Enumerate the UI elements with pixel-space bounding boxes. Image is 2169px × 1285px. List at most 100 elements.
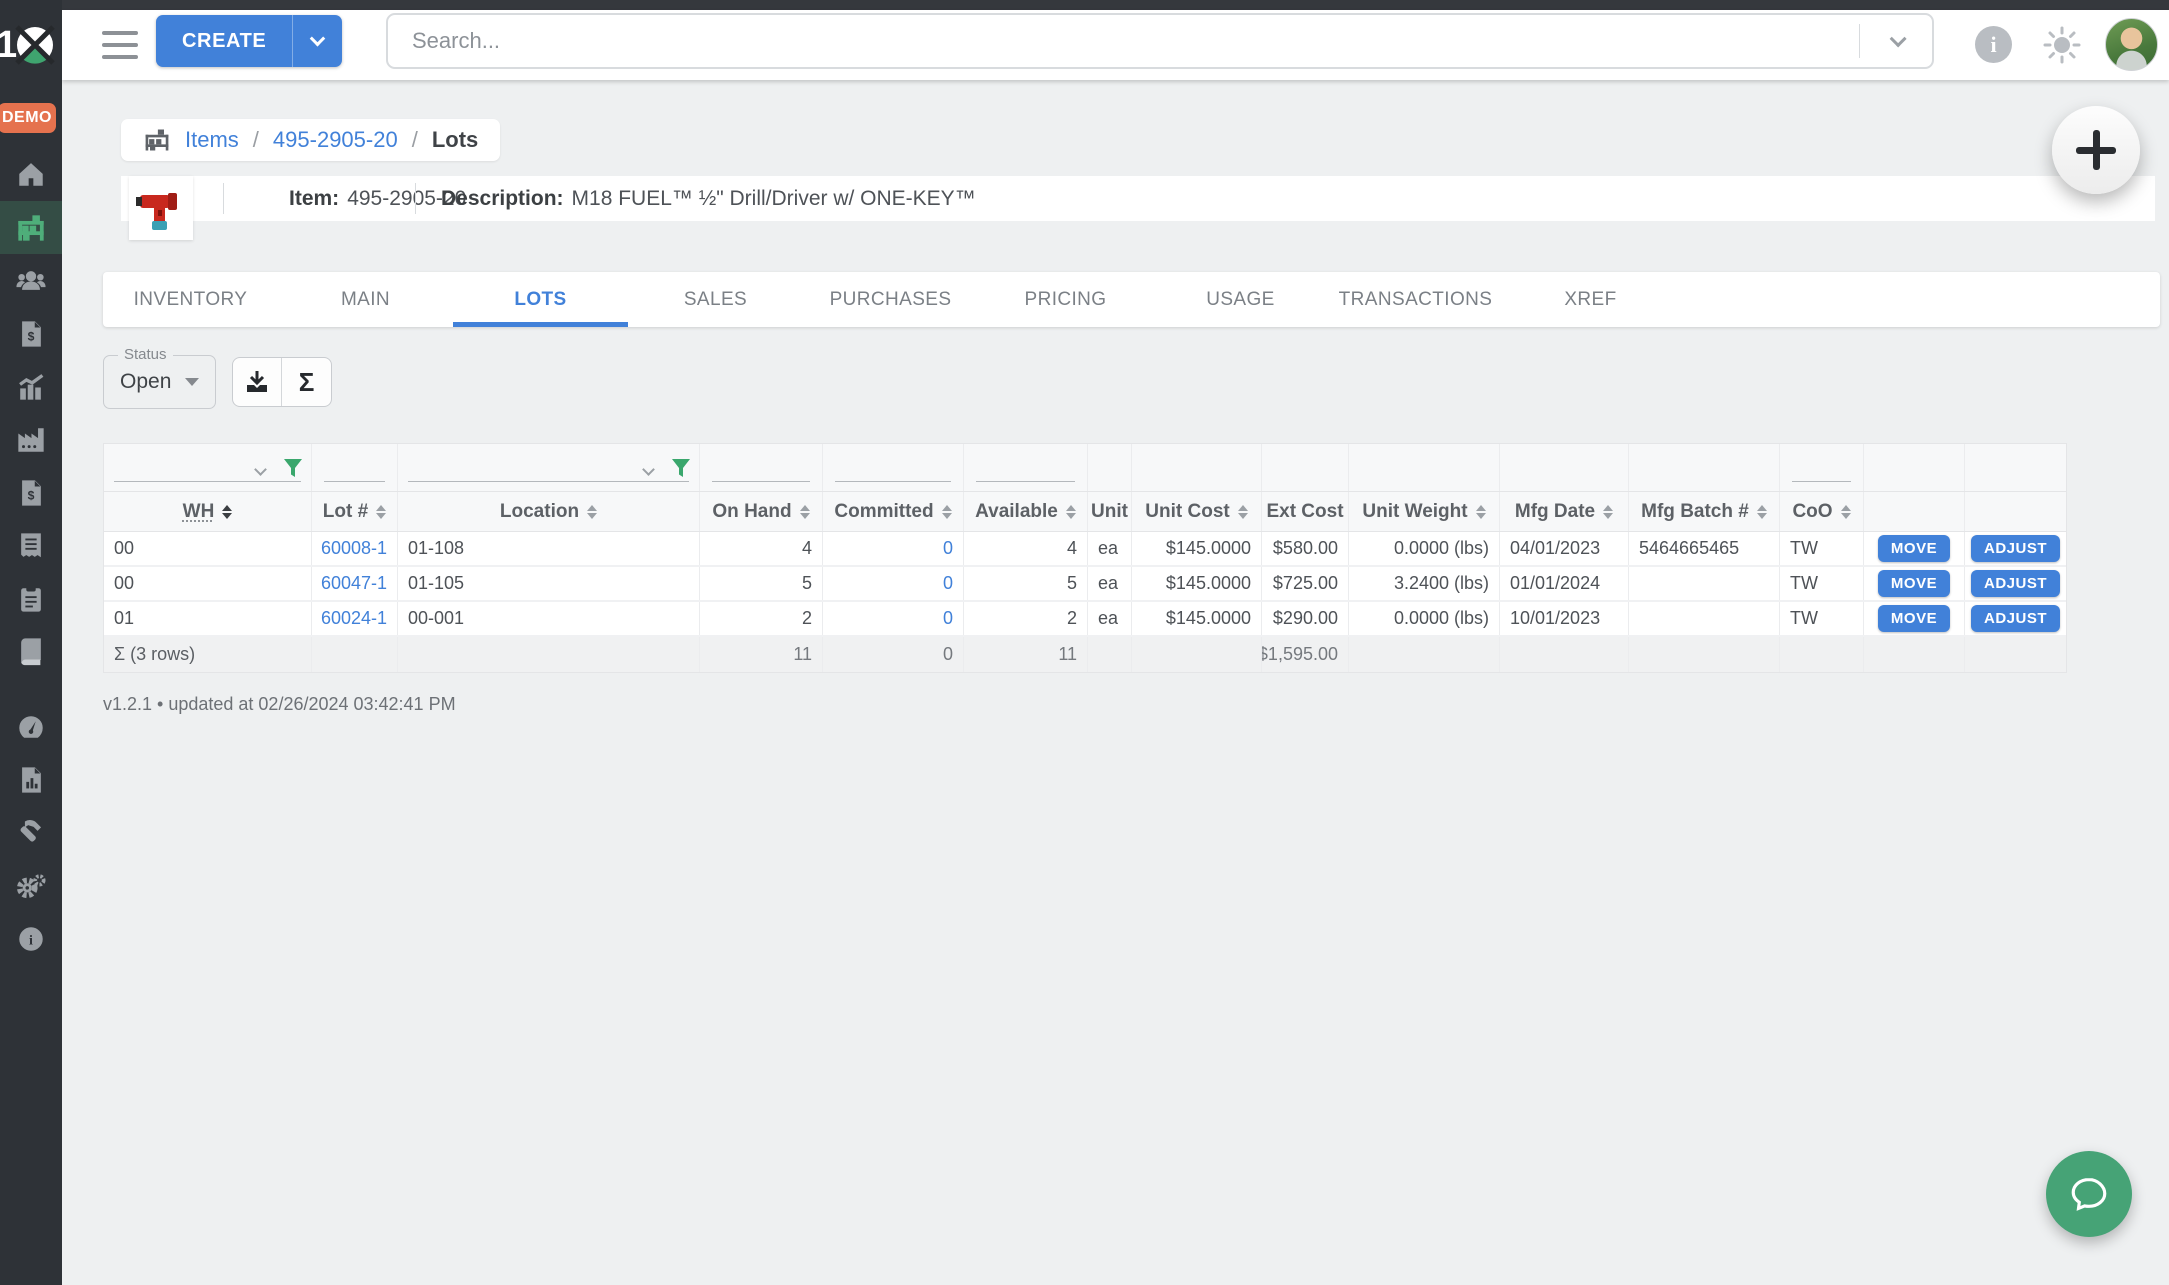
- sidebar-item-customers[interactable]: [0, 254, 62, 307]
- sort-icon[interactable]: [1238, 505, 1248, 519]
- sort-icon[interactable]: [1603, 505, 1613, 519]
- add-fab-button[interactable]: [2052, 106, 2140, 194]
- cell-unit-cost: $145.0000: [1132, 602, 1262, 635]
- tab-pricing[interactable]: PRICING: [978, 272, 1153, 327]
- sort-icon[interactable]: [376, 505, 386, 519]
- col-header-lot[interactable]: Lot #: [312, 492, 398, 531]
- col-header-location[interactable]: Location: [398, 492, 700, 531]
- move-button[interactable]: MOVE: [1878, 605, 1950, 632]
- sidebar-item-receipts[interactable]: [0, 519, 62, 572]
- filter-lot[interactable]: [312, 444, 398, 491]
- info-icon[interactable]: i: [1975, 26, 2012, 63]
- create-button-label[interactable]: CREATE: [156, 15, 292, 67]
- sidebar-item-analytics[interactable]: [0, 360, 62, 413]
- sidebar-item-tools[interactable]: [0, 806, 62, 859]
- sort-icon[interactable]: [942, 505, 952, 519]
- create-button[interactable]: CREATE: [156, 15, 342, 67]
- filter-committed[interactable]: [823, 444, 964, 491]
- summary-button[interactable]: Σ: [282, 358, 331, 406]
- breadcrumb-items-link[interactable]: Items: [185, 127, 239, 153]
- col-header-mfg-batch[interactable]: Mfg Batch #: [1629, 492, 1780, 531]
- sort-icon[interactable]: [1757, 505, 1767, 519]
- tab-main[interactable]: MAIN: [278, 272, 453, 327]
- tab-usage[interactable]: USAGE: [1153, 272, 1328, 327]
- adjust-button[interactable]: ADJUST: [1971, 535, 2060, 562]
- cell-committed-link[interactable]: 0: [823, 532, 964, 565]
- create-dropdown-toggle[interactable]: [292, 15, 342, 67]
- sidebar-item-home[interactable]: [0, 148, 62, 201]
- cell-lot-link[interactable]: 60047-1: [312, 567, 398, 600]
- table-body: 00 60008-1 01-108 4 0 4 ea $145.0000 $58…: [104, 532, 2066, 637]
- tab-sales[interactable]: SALES: [628, 272, 803, 327]
- sort-icon[interactable]: [1841, 505, 1851, 519]
- sort-icon[interactable]: [1066, 505, 1076, 519]
- analytics-icon: [16, 372, 46, 402]
- export-button[interactable]: [233, 358, 282, 406]
- filter-available[interactable]: [964, 444, 1088, 491]
- filter-on-hand[interactable]: [700, 444, 823, 491]
- cell-coo: TW: [1780, 602, 1864, 635]
- col-header-mfg-date[interactable]: Mfg Date: [1500, 492, 1629, 531]
- sort-icon[interactable]: [587, 505, 597, 519]
- cell-unit: ea: [1088, 567, 1132, 600]
- sidebar-item-dashboard[interactable]: [0, 700, 62, 753]
- cell-lot-link[interactable]: 60024-1: [312, 602, 398, 635]
- move-button[interactable]: MOVE: [1878, 570, 1950, 597]
- user-avatar[interactable]: [2105, 18, 2158, 71]
- move-button[interactable]: MOVE: [1878, 535, 1950, 562]
- col-header-available[interactable]: Available: [964, 492, 1088, 531]
- chevron-down-icon: [254, 463, 267, 476]
- sidebar-item-manufacturing[interactable]: [0, 413, 62, 466]
- col-header-unit-weight[interactable]: Unit Weight: [1349, 492, 1500, 531]
- tab-purchases[interactable]: PURCHASES: [803, 272, 978, 327]
- cell-committed-link[interactable]: 0: [823, 602, 964, 635]
- sort-icon[interactable]: [1476, 505, 1486, 519]
- chat-fab-button[interactable]: [2046, 1151, 2132, 1237]
- filter-wh[interactable]: [104, 444, 312, 491]
- tab-inventory[interactable]: INVENTORY: [103, 272, 278, 327]
- cell-lot-link[interactable]: 60008-1: [312, 532, 398, 565]
- status-select[interactable]: Open: [104, 356, 215, 408]
- table-row: 00 60008-1 01-108 4 0 4 ea $145.0000 $58…: [104, 532, 2066, 567]
- menu-hamburger-icon[interactable]: [102, 31, 138, 59]
- sidebar-nav: $ $: [0, 148, 62, 965]
- cell-wh: 00: [104, 532, 312, 565]
- col-header-committed[interactable]: Committed: [823, 492, 964, 531]
- col-header-unit-cost[interactable]: Unit Cost: [1132, 492, 1262, 531]
- sidebar-item-invoices[interactable]: $: [0, 307, 62, 360]
- adjust-button[interactable]: ADJUST: [1971, 605, 2060, 632]
- col-header-unit[interactable]: Unit: [1088, 492, 1132, 531]
- theme-sun-icon[interactable]: [2043, 26, 2081, 64]
- download-icon: [244, 369, 270, 395]
- sidebar-item-billing[interactable]: $: [0, 466, 62, 519]
- filter-funnel-icon[interactable]: [671, 458, 691, 478]
- sidebar-item-reports[interactable]: [0, 753, 62, 806]
- sidebar-item-settings[interactable]: [0, 859, 62, 912]
- adjust-button[interactable]: ADJUST: [1971, 570, 2060, 597]
- tab-lots[interactable]: LOTS: [453, 272, 628, 327]
- col-header-wh[interactable]: WH: [104, 492, 312, 531]
- cell-committed-link[interactable]: 0: [823, 567, 964, 600]
- status-filter-label: Status: [118, 346, 173, 363]
- search-input[interactable]: [388, 28, 1859, 54]
- svg-text:$: $: [28, 488, 35, 502]
- col-header-coo[interactable]: CoO: [1780, 492, 1864, 531]
- filter-coo[interactable]: [1780, 444, 1864, 491]
- filter-funnel-icon[interactable]: [283, 458, 303, 478]
- cell-location: 01-105: [398, 567, 700, 600]
- breadcrumb-item-id-link[interactable]: 495-2905-20: [273, 127, 398, 153]
- sidebar: 1 DEMO $: [0, 0, 62, 1285]
- sidebar-item-about[interactable]: i: [0, 912, 62, 965]
- col-header-ext-cost[interactable]: Ext Cost: [1262, 492, 1349, 531]
- sidebar-item-catalog[interactable]: [0, 625, 62, 678]
- col-header-on-hand[interactable]: On Hand: [700, 492, 823, 531]
- sort-icon[interactable]: [222, 505, 232, 519]
- search-options-toggle[interactable]: [1860, 35, 1932, 47]
- sidebar-item-inventory[interactable]: [0, 201, 62, 254]
- tab-xref[interactable]: XREF: [1503, 272, 1678, 327]
- sidebar-item-orders[interactable]: [0, 572, 62, 625]
- filter-location[interactable]: [398, 444, 700, 491]
- tab-transactions[interactable]: TRANSACTIONS: [1328, 272, 1503, 327]
- sort-icon[interactable]: [800, 505, 810, 519]
- item-thumbnail[interactable]: [129, 176, 193, 240]
